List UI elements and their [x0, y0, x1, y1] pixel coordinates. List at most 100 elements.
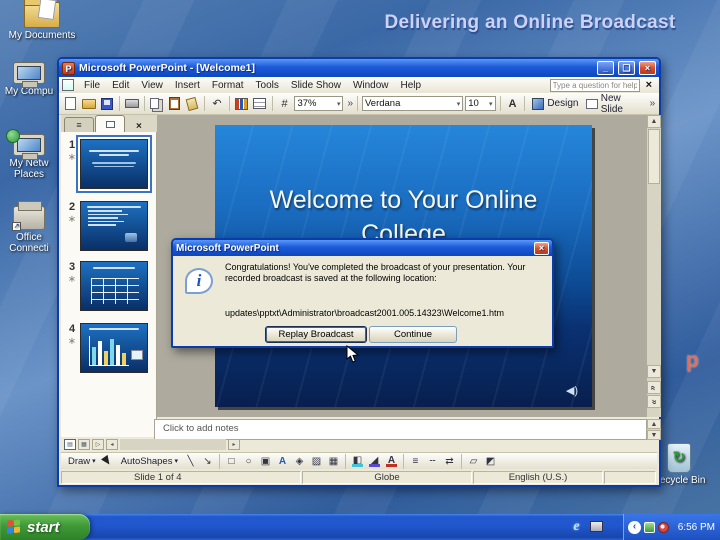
internet-explorer-icon[interactable]: e: [568, 518, 585, 535]
tab-outline[interactable]: ≡: [64, 117, 94, 132]
design-button[interactable]: Design: [529, 97, 581, 110]
dash-style-icon[interactable]: ╌: [425, 454, 440, 469]
slide-thumbnail-1[interactable]: [80, 139, 148, 189]
slide-show-button[interactable]: ▷: [92, 439, 104, 450]
speaker-icon[interactable]: ◀): [566, 384, 578, 397]
horizontal-scrollbar[interactable]: [120, 439, 226, 450]
scrollbar-thumb[interactable]: [648, 129, 660, 184]
vertical-scrollbar[interactable]: ▲ ▼ « «: [647, 115, 661, 417]
shadow-style-icon[interactable]: ▱: [466, 454, 481, 469]
desktop-icon-my-network-places[interactable]: My Netw Places: [0, 129, 58, 180]
slide-number: 1: [68, 139, 76, 151]
paste-icon[interactable]: [166, 96, 182, 112]
desktop-icon-my-documents[interactable]: My Documents: [2, 0, 82, 41]
previous-slide-button[interactable]: «: [647, 381, 661, 394]
system-tray: ‹ 6:56 PM: [623, 514, 720, 540]
font-combo[interactable]: Verdana ▾: [361, 96, 464, 111]
text-box-icon[interactable]: ▣: [258, 454, 273, 469]
document-close-icon[interactable]: ×: [640, 79, 656, 91]
insert-table-icon[interactable]: [252, 96, 268, 112]
replay-broadcast-button[interactable]: Replay Broadcast: [265, 326, 367, 343]
new-slide-button[interactable]: New Slide: [583, 93, 645, 115]
draw-menu-button[interactable]: Draw ▾: [65, 454, 99, 469]
increase-font-size-icon[interactable]: A: [505, 96, 521, 112]
animation-star-icon: ∗: [67, 214, 77, 225]
menu-window[interactable]: Window: [347, 79, 395, 92]
tab-slides[interactable]: [95, 115, 125, 132]
font-size-combo[interactable]: 10 ▾: [465, 96, 496, 111]
desktop-icon-my-computer[interactable]: My Compu: [0, 62, 58, 97]
my-computer-icon: [13, 62, 45, 88]
close-button[interactable]: ×: [639, 61, 656, 75]
copy-icon[interactable]: [148, 96, 164, 112]
menu-help[interactable]: Help: [395, 79, 428, 92]
slide-sorter-view-button[interactable]: ▦: [78, 439, 90, 450]
menu-tools[interactable]: Tools: [250, 79, 285, 92]
diagram-icon[interactable]: ◈: [292, 454, 307, 469]
clip-art-icon[interactable]: ▨: [309, 454, 324, 469]
menu-view[interactable]: View: [135, 79, 169, 92]
notes-pane[interactable]: Click to add notes: [154, 419, 647, 440]
window-titlebar[interactable]: P Microsoft PowerPoint - [Welcome1] _ ❏ …: [59, 59, 659, 77]
scroll-up-icon[interactable]: ▲: [647, 115, 661, 128]
scroll-down-icon[interactable]: ▼: [647, 430, 661, 440]
arrow-icon[interactable]: ↘: [200, 454, 215, 469]
dialog-close-icon[interactable]: ×: [534, 241, 549, 255]
start-button[interactable]: start: [0, 514, 90, 540]
menu-file[interactable]: File: [78, 79, 106, 92]
minimize-button[interactable]: _: [597, 61, 614, 75]
restore-button[interactable]: ❏: [618, 61, 635, 75]
close-pane-icon[interactable]: ×: [136, 121, 142, 132]
print-icon[interactable]: [124, 96, 140, 112]
show-grid-icon[interactable]: #: [277, 96, 293, 112]
menu-insert[interactable]: Insert: [169, 79, 206, 92]
messenger-tray-icon[interactable]: [644, 521, 655, 533]
line-icon[interactable]: ╲: [183, 454, 198, 469]
3d-style-icon[interactable]: ◩: [483, 454, 498, 469]
normal-view-button[interactable]: ▤: [64, 439, 76, 450]
menu-slide-show[interactable]: Slide Show: [285, 79, 347, 92]
quick-launch-app-icon[interactable]: [588, 518, 605, 535]
menu-edit[interactable]: Edit: [106, 79, 135, 92]
new-icon[interactable]: [63, 96, 79, 112]
scroll-left-icon[interactable]: ◂: [106, 439, 118, 450]
undo-icon[interactable]: ↶: [209, 96, 225, 112]
word-art-icon[interactable]: A: [275, 454, 290, 469]
autoshapes-menu-button[interactable]: AutoShapes ▾: [118, 454, 181, 469]
scroll-right-icon[interactable]: ▸: [228, 439, 240, 450]
format-painter-icon[interactable]: [184, 96, 200, 112]
toolbar-more-icon[interactable]: »: [650, 98, 656, 109]
select-arrow-icon[interactable]: [101, 454, 116, 470]
status-slide-indicator: Slide 1 of 4: [61, 471, 301, 484]
slide-thumbnail-2[interactable]: [80, 201, 148, 251]
open-icon[interactable]: [81, 96, 97, 112]
toolbar-more-icon[interactable]: »: [347, 98, 353, 109]
arrow-style-icon[interactable]: ⇄: [442, 454, 457, 469]
rectangle-icon[interactable]: □: [224, 454, 239, 469]
pane-tabs: ≡ ×: [61, 115, 157, 132]
line-color-icon[interactable]: ◢: [367, 455, 382, 467]
continue-button[interactable]: Continue: [369, 326, 457, 343]
slide-thumbnail-4[interactable]: [80, 323, 148, 373]
line-style-icon[interactable]: ≡: [408, 454, 423, 469]
menu-format[interactable]: Format: [206, 79, 250, 92]
insert-chart-icon[interactable]: [234, 96, 250, 112]
fill-color-icon[interactable]: ◧: [350, 455, 365, 467]
help-question-input[interactable]: [549, 78, 640, 92]
zoom-combo[interactable]: 37% ▾: [294, 96, 344, 111]
dialog-titlebar[interactable]: Microsoft PowerPoint ×: [173, 240, 552, 256]
next-slide-button[interactable]: «: [647, 395, 661, 408]
desktop-icon-office-connect[interactable]: ↗ Office Connecti: [0, 201, 58, 254]
oval-icon[interactable]: ○: [241, 454, 256, 469]
notes-scrollbar[interactable]: ▲ ▼: [647, 419, 661, 440]
scroll-down-icon[interactable]: ▼: [647, 365, 661, 378]
my-documents-icon: [24, 0, 60, 28]
slide-thumbnail-3[interactable]: [80, 261, 148, 311]
scroll-up-icon[interactable]: ▲: [647, 419, 661, 429]
save-icon[interactable]: [99, 96, 115, 112]
tray-app-icon[interactable]: [658, 521, 669, 533]
picture-icon[interactable]: ▦: [326, 454, 341, 469]
tray-chevron-icon[interactable]: ‹: [628, 520, 641, 534]
font-color-icon[interactable]: A: [384, 455, 399, 467]
animation-star-icon: ∗: [67, 274, 77, 285]
